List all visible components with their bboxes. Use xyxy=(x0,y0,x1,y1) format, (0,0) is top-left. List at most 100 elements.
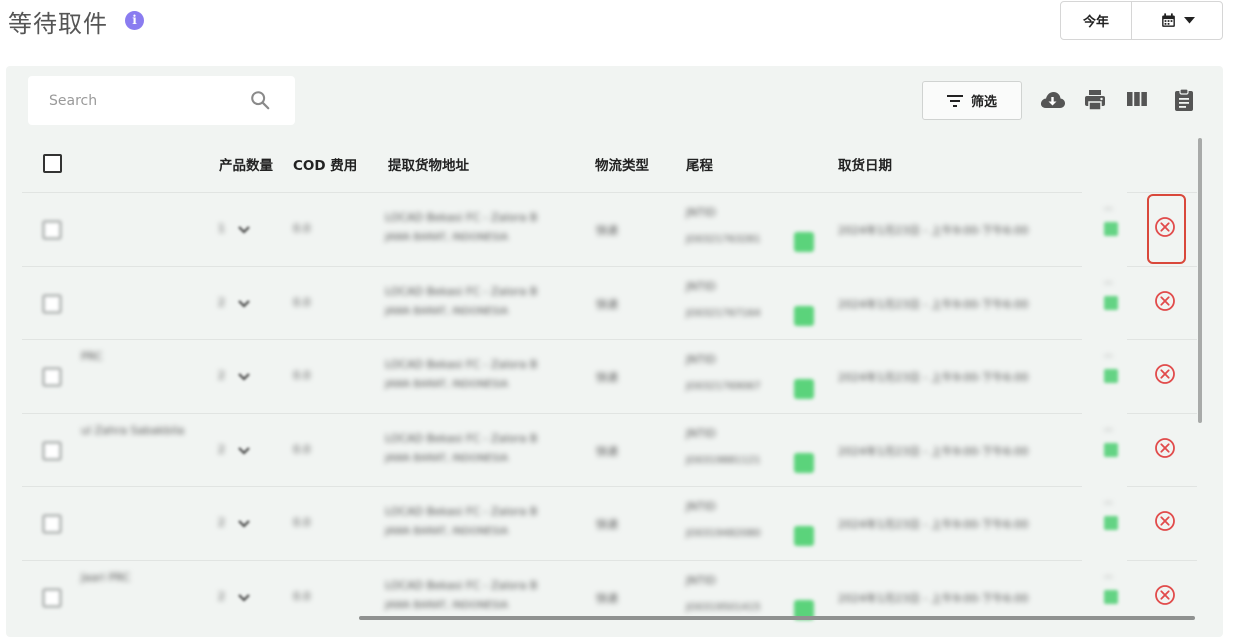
column-header-quantity[interactable]: 产品数量 xyxy=(219,154,273,174)
tracking-number: JO0321763281 xyxy=(686,234,761,245)
cancel-button[interactable] xyxy=(1152,361,1178,387)
row-divider xyxy=(1127,486,1197,487)
product-quantity: 2 xyxy=(218,516,225,529)
row-checkbox[interactable] xyxy=(42,367,62,387)
pickup-date: 2024年1月23日 - 上午9:00-下午6:00 xyxy=(838,224,1029,237)
row-checkbox[interactable] xyxy=(42,588,62,608)
row-checkbox[interactable] xyxy=(42,220,62,240)
product-quantity: 2 xyxy=(218,443,225,456)
pickup-date: 2024年1月23日 - 上午9:00-下午6:00 xyxy=(838,298,1029,311)
carrier-name: JNTID xyxy=(686,280,716,293)
cancel-button[interactable] xyxy=(1152,508,1178,534)
tracking-number: JO0321767164 xyxy=(686,308,761,319)
filter-button[interactable]: 筛选 xyxy=(922,81,1022,120)
pickup-address-line1: LOCAD Bekasi FC - Zalora B xyxy=(385,505,538,518)
cod-fee: 0.0 xyxy=(293,222,311,235)
tracking-number: JO0319501415 xyxy=(686,602,761,613)
status-label: --- xyxy=(1104,572,1113,581)
pickup-address-line2: JAWA BARAT, INDONESIA xyxy=(385,526,509,537)
info-icon[interactable]: i xyxy=(125,11,144,30)
status-icon xyxy=(1104,222,1118,236)
row-checkbox[interactable] xyxy=(42,441,62,461)
clipboard-icon[interactable] xyxy=(1173,88,1195,112)
copy-icon[interactable] xyxy=(794,379,814,399)
calendar-dropdown-button[interactable] xyxy=(1132,2,1222,39)
copy-icon[interactable] xyxy=(794,232,814,252)
product-quantity: 2 xyxy=(218,369,225,382)
cancel-button[interactable] xyxy=(1152,582,1178,608)
print-icon[interactable] xyxy=(1083,88,1107,112)
period-button[interactable]: 今年 xyxy=(1061,2,1132,39)
row-divider xyxy=(22,266,1082,267)
pickup-date: 2024年1月23日 - 上午9:00-下午6:00 xyxy=(838,592,1029,605)
filter-label: 筛选 xyxy=(970,95,997,110)
pickup-address-line2: JAWA BARAT, INDONESIA xyxy=(385,379,509,390)
pickup-address-line1: LOCAD Bekasi FC - Zalora B xyxy=(385,358,538,371)
cancel-button[interactable] xyxy=(1152,435,1178,461)
pickup-address-line1: LOCAD Bekasi FC - Zalora B xyxy=(385,211,538,224)
row-divider xyxy=(22,413,1082,414)
product-quantity: 2 xyxy=(218,590,225,603)
row-divider xyxy=(1127,560,1197,561)
status-label: --- xyxy=(1104,498,1113,507)
cod-fee: 0.0 xyxy=(293,516,311,529)
row-divider xyxy=(22,192,1082,193)
chevron-down-icon[interactable] xyxy=(238,520,250,528)
pickup-address-line2: JAWA BARAT, INDONESIA xyxy=(385,232,509,243)
columns-icon[interactable] xyxy=(1126,88,1148,110)
logistics-type: 快递 xyxy=(596,298,618,311)
copy-icon[interactable] xyxy=(794,453,814,473)
chevron-down-icon[interactable] xyxy=(238,594,250,602)
cancel-highlight xyxy=(1147,194,1186,264)
search-input[interactable] xyxy=(28,76,248,125)
logistics-type: 快递 xyxy=(596,371,618,384)
carrier-name: JNTID xyxy=(686,353,716,366)
calendar-icon xyxy=(1161,13,1175,27)
column-header-pickup-date[interactable]: 取货日期 xyxy=(838,154,892,174)
pickup-date: 2024年1月23日 - 上午9:00-下午6:00 xyxy=(838,445,1029,458)
row-divider xyxy=(22,560,1082,561)
table-row[interactable]: 2 0.0 LOCAD Bekasi FC - Zalora B JAWA BARAT… xyxy=(6,266,1223,340)
carrier-name: JNTID xyxy=(686,500,716,513)
table-row[interactable]: 1 0.0 LOCAD Bekasi FC - Zalora B JAWA BARAT… xyxy=(6,192,1223,266)
chevron-down-icon[interactable] xyxy=(238,373,250,381)
copy-icon[interactable] xyxy=(794,306,814,326)
select-all-checkbox[interactable] xyxy=(43,154,62,173)
cod-fee: 0.0 xyxy=(293,590,311,603)
table-row[interactable]: 2 0.0 LOCAD Bekasi FC - Zalora B JAWA BARAT… xyxy=(6,486,1223,560)
horizontal-scrollbar[interactable] xyxy=(359,616,1195,620)
column-header-pickup-address[interactable]: 提取货物地址 xyxy=(388,154,469,174)
table-row[interactable]: ul Zahra Sabakbila 2 0.0 LOCAD Bekasi FC - … xyxy=(6,413,1223,487)
row-divider xyxy=(1127,413,1197,414)
pickup-date: 2024年1月23日 - 上午9:00-下午6:00 xyxy=(838,371,1029,384)
recipient-name: ul Zahra Sabakbila xyxy=(81,424,185,437)
column-header-logistics-type[interactable]: 物流类型 xyxy=(595,154,649,174)
carrier-name: JNTID xyxy=(686,427,716,440)
logistics-type: 快递 xyxy=(596,518,618,531)
search-icon[interactable] xyxy=(249,89,271,111)
chevron-down-icon[interactable] xyxy=(238,447,250,455)
column-header-cod-fee[interactable]: COD 费用 xyxy=(293,154,357,174)
cloud-download-icon[interactable] xyxy=(1039,88,1066,112)
period-selector: 今年 xyxy=(1060,1,1223,40)
pickup-address-line2: JAWA BARAT, INDONESIA xyxy=(385,600,509,611)
status-label: --- xyxy=(1104,351,1113,360)
table-row[interactable]: Jaari PRC 2 0.0 LOCAD Bekasi FC - Zalora B J… xyxy=(6,560,1223,634)
cancel-circle-icon xyxy=(1155,291,1175,311)
row-checkbox[interactable] xyxy=(42,294,62,314)
vertical-scrollbar[interactable] xyxy=(1198,138,1202,423)
status-label: --- xyxy=(1104,204,1113,213)
search-box xyxy=(28,76,295,125)
cancel-circle-icon xyxy=(1155,438,1175,458)
pickup-address-line1: LOCAD Bekasi FC - Zalora B xyxy=(385,432,538,445)
tracking-number: JO0319881121 xyxy=(686,455,761,466)
chevron-down-icon[interactable] xyxy=(238,300,250,308)
copy-icon[interactable] xyxy=(794,526,814,546)
table-row[interactable]: PRC 2 0.0 LOCAD Bekasi FC - Zalora B JAWA BA… xyxy=(6,339,1223,413)
tracking-number: JO0321769067 xyxy=(686,381,761,392)
cancel-button[interactable] xyxy=(1152,288,1178,314)
row-checkbox[interactable] xyxy=(42,514,62,534)
chevron-down-icon[interactable] xyxy=(238,226,250,234)
column-header-last-mile[interactable]: 尾程 xyxy=(686,154,713,174)
product-quantity: 2 xyxy=(218,296,225,309)
